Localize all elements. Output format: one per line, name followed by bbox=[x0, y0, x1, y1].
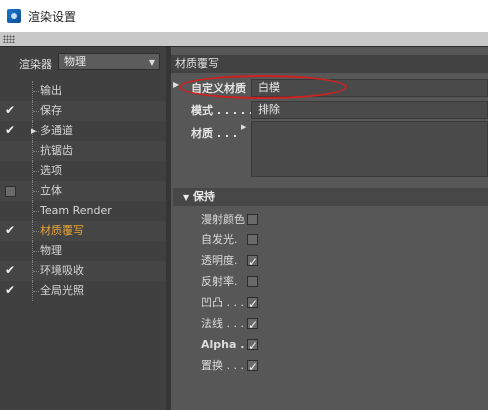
sidebar-item-label: 环境吸收 bbox=[40, 264, 84, 277]
sidebar-item-label: 物理 bbox=[40, 244, 62, 257]
enabled-check-icon[interactable]: ✔ bbox=[5, 284, 16, 297]
sidebar-item-label: 抗锯齿 bbox=[40, 144, 73, 157]
option-label: 透明度. bbox=[201, 254, 238, 267]
panel-header: 材质覆写 bbox=[171, 55, 488, 73]
sidebar-item-antialiasing[interactable]: 抗锯齿 bbox=[0, 141, 166, 161]
tree-connector bbox=[32, 181, 40, 201]
renderer-select[interactable]: 物理 ▼ bbox=[58, 53, 160, 70]
sidebar-item-global-illumination[interactable]: ✔ 全局光照 bbox=[0, 281, 166, 301]
collapse-arrow-icon: ▼ bbox=[183, 193, 190, 202]
keep-option-normal[interactable]: 法线 . . . bbox=[171, 314, 488, 335]
option-label: 漫射颜色 bbox=[201, 213, 245, 226]
renderer-label: 渲染器 bbox=[19, 58, 52, 71]
renderer-select-value: 物理 bbox=[64, 55, 86, 68]
enabled-check-icon[interactable]: ✔ bbox=[5, 104, 16, 117]
settings-sidebar: 渲染器 物理 ▼ 输出 ✔ 保存 ✔ ▶ 多通道 抗锯齿 选项 立体 Team … bbox=[0, 47, 167, 410]
sidebar-item-label: 输出 bbox=[40, 84, 62, 97]
enabled-check-icon[interactable]: ✔ bbox=[5, 264, 16, 277]
option-label: 置换 . . . bbox=[201, 359, 244, 372]
tree-connector bbox=[32, 141, 40, 161]
option-checkbox[interactable] bbox=[247, 294, 258, 314]
sidebar-item-label: Team Render bbox=[40, 204, 112, 217]
sidebar-item-multipass[interactable]: ✔ ▶ 多通道 bbox=[0, 121, 166, 141]
keep-option-bump[interactable]: 凹凸 . . . bbox=[171, 293, 488, 314]
material-label: 材质 . . . bbox=[191, 127, 238, 140]
sidebar-item-ambient-occlusion[interactable]: ✔ 环境吸收 bbox=[0, 261, 166, 281]
cinema4d-app-icon bbox=[7, 9, 21, 23]
keep-option-luminance[interactable]: 自发光. bbox=[171, 230, 488, 250]
properties-panel: 材质覆写 ▶ 自定义材质 白模 模式 . . . . . 排除 材质 . . .… bbox=[171, 47, 488, 410]
mode-field[interactable]: 排除 bbox=[251, 101, 488, 119]
sidebar-item-team-render[interactable]: Team Render bbox=[0, 201, 166, 221]
tree-connector bbox=[32, 101, 40, 121]
option-checkbox[interactable] bbox=[247, 252, 258, 272]
option-label: 自发光. bbox=[201, 233, 238, 246]
enabled-check-icon[interactable]: ✔ bbox=[5, 224, 16, 237]
sidebar-item-label: 选项 bbox=[40, 164, 62, 177]
option-checkbox[interactable] bbox=[247, 357, 258, 377]
sidebar-item-label: 立体 bbox=[40, 184, 62, 197]
option-label: Alpha . . bbox=[201, 338, 253, 351]
chevron-down-icon: ▼ bbox=[148, 58, 155, 67]
tree-connector bbox=[32, 161, 40, 181]
option-label: 凹凸 . . . bbox=[201, 296, 244, 309]
keep-section-header[interactable]: ▼ 保持 bbox=[173, 188, 488, 206]
tree-connector bbox=[32, 281, 40, 301]
keep-section-title: 保持 bbox=[193, 190, 215, 203]
expand-arrow-icon[interactable]: ▶ bbox=[31, 121, 36, 141]
keep-option-diffuse[interactable]: 漫射颜色 bbox=[171, 210, 488, 230]
tree-connector bbox=[32, 241, 40, 261]
sidebar-item-label: 全局光照 bbox=[40, 284, 84, 297]
sidebar-item-label: 材质覆写 bbox=[40, 224, 84, 237]
option-label: 反射率. bbox=[201, 275, 238, 288]
annotation-highlight bbox=[179, 75, 347, 99]
option-checkbox[interactable] bbox=[247, 276, 258, 287]
option-label: 法线 . . . bbox=[201, 317, 244, 330]
sidebar-item-physical[interactable]: 物理 bbox=[0, 241, 166, 261]
tree-connector bbox=[32, 81, 40, 101]
sidebar-item-output[interactable]: 输出 bbox=[0, 81, 166, 101]
enabled-checkbox[interactable] bbox=[5, 186, 16, 197]
keep-option-transparency[interactable]: 透明度. bbox=[171, 251, 488, 272]
tree-connector bbox=[32, 221, 40, 241]
enabled-check-icon[interactable]: ✔ bbox=[5, 124, 16, 137]
sidebar-item-label: 保存 bbox=[40, 104, 62, 117]
title-bar: 渲染设置 bbox=[0, 0, 488, 32]
tree-connector bbox=[32, 201, 40, 221]
option-checkbox[interactable] bbox=[247, 336, 258, 356]
keep-option-displacement[interactable]: 置换 . . . bbox=[171, 356, 488, 377]
keep-option-reflectance[interactable]: 反射率. bbox=[171, 272, 488, 292]
sidebar-item-label: 多通道 bbox=[40, 124, 73, 137]
sidebar-item-material-override[interactable]: ✔ 材质覆写 bbox=[0, 221, 166, 241]
mode-value: 排除 bbox=[258, 103, 280, 116]
toolbar-strip bbox=[0, 32, 488, 47]
expand-arrow-icon[interactable]: ▶ bbox=[241, 123, 246, 131]
window-title: 渲染设置 bbox=[28, 10, 77, 24]
option-checkbox[interactable] bbox=[247, 315, 258, 335]
keep-option-alpha[interactable]: Alpha . . bbox=[171, 335, 488, 356]
tree-connector bbox=[32, 261, 40, 281]
material-list[interactable] bbox=[251, 121, 488, 177]
option-checkbox[interactable] bbox=[247, 214, 258, 225]
sidebar-item-options[interactable]: 选项 bbox=[0, 161, 166, 181]
option-checkbox[interactable] bbox=[247, 234, 258, 245]
sidebar-item-save[interactable]: ✔ 保存 bbox=[0, 101, 166, 121]
mode-label: 模式 . . . . . bbox=[191, 104, 254, 117]
sidebar-item-stereo[interactable]: 立体 bbox=[0, 181, 166, 201]
grip-icon[interactable] bbox=[3, 35, 15, 43]
